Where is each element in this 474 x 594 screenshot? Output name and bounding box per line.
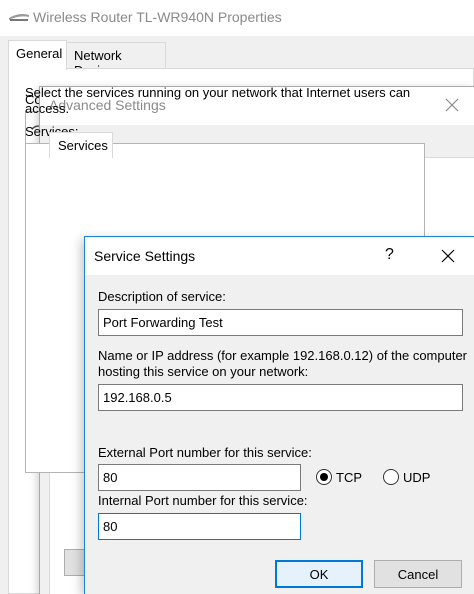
router-properties-title: Wireless Router TL-WR940N Properties xyxy=(33,9,282,25)
close-icon[interactable] xyxy=(444,97,460,113)
router-icon xyxy=(9,14,29,21)
cancel-button[interactable]: Cancel xyxy=(374,560,462,588)
protocol-tcp-label: TCP xyxy=(336,469,362,485)
ok-button[interactable]: OK xyxy=(275,560,363,588)
protocol-udp-radio[interactable]: UDP xyxy=(383,467,430,487)
description-input[interactable] xyxy=(98,309,463,336)
host-label: Name or IP address (for example 192.168.… xyxy=(98,348,468,379)
internal-port-input[interactable] xyxy=(98,513,301,540)
protocol-tcp-radio[interactable]: TCP xyxy=(316,467,362,487)
services-description: Select the services running on your netw… xyxy=(25,85,411,116)
service-settings-dialog: Service Settings ? Description of servic… xyxy=(84,236,474,594)
tab-network-device[interactable]: Network Device xyxy=(66,42,166,78)
close-icon[interactable] xyxy=(440,248,456,264)
tab-services[interactable]: Services xyxy=(49,132,113,158)
help-button[interactable]: ? xyxy=(385,246,394,264)
external-port-label: External Port number for this service: xyxy=(98,445,312,460)
service-settings-titlebar: Service Settings ? xyxy=(85,237,474,275)
tab-general[interactable]: General xyxy=(8,40,67,70)
external-port-input[interactable] xyxy=(98,464,301,491)
router-properties-titlebar: Wireless Router TL-WR940N Properties xyxy=(0,0,474,36)
radio-selected-icon xyxy=(316,469,332,485)
radio-unselected-icon xyxy=(383,469,399,485)
service-settings-title: Service Settings xyxy=(94,248,196,264)
host-address-input[interactable] xyxy=(98,384,463,411)
protocol-udp-label: UDP xyxy=(403,469,431,485)
internal-port-label: Internal Port number for this service: xyxy=(98,493,308,508)
description-label: Description of service: xyxy=(98,289,226,304)
